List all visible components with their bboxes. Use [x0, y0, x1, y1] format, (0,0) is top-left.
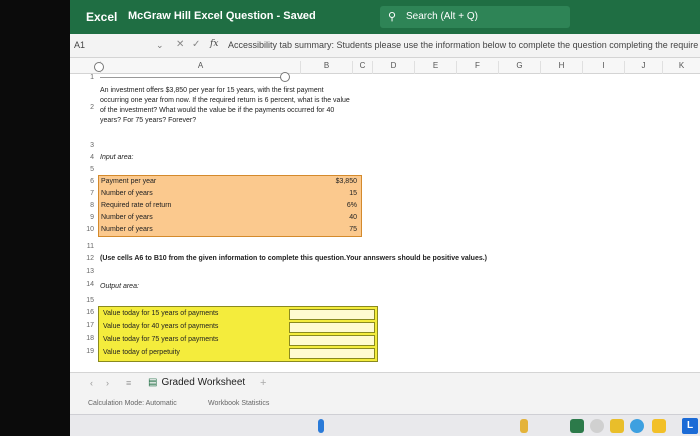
row-header[interactable]: 13 [78, 268, 94, 275]
column-header[interactable]: C [352, 61, 372, 74]
question-text: An investment offers $3,850 per year for… [100, 86, 420, 126]
sheet-list-icon[interactable]: ≡ [126, 378, 131, 388]
taskbar: L [70, 414, 700, 436]
column-header[interactable]: E [414, 61, 456, 74]
input-value[interactable]: $3,850 [336, 178, 357, 185]
input-label[interactable]: Number of years [101, 226, 153, 233]
add-sheet-icon[interactable]: + [260, 377, 266, 389]
row-header[interactable]: 19 [78, 348, 94, 355]
scroll-right-icon[interactable]: › [106, 378, 109, 388]
input-area: Payment per year $3,850 Number of years … [98, 175, 362, 237]
column-header[interactable]: D [372, 61, 414, 74]
output-answer-cell[interactable] [289, 309, 375, 320]
taskbar-app-icon[interactable] [318, 419, 324, 433]
workbook-statistics[interactable]: Workbook Statistics [208, 400, 269, 407]
row-header[interactable]: 16 [78, 309, 94, 316]
row-header[interactable]: 10 [78, 226, 94, 233]
left-bezel [0, 0, 70, 436]
taskbar-app-icon[interactable] [610, 419, 624, 433]
shape-handle[interactable] [94, 62, 104, 72]
output-answer-cell[interactable] [289, 348, 375, 359]
taskbar-app-icon[interactable]: L [682, 418, 698, 434]
input-value[interactable]: 75 [349, 226, 357, 233]
cancel-icon[interactable]: ✕ [176, 39, 184, 50]
row-header[interactable]: 7 [78, 190, 94, 197]
formula-bar: A1 ⌄ ✕ ✓ fx Accessibility tab summary: S… [70, 34, 700, 58]
output-area: Value today for 15 years of payments Val… [98, 306, 378, 362]
taskbar-app-icon[interactable] [652, 419, 666, 433]
input-value[interactable]: 40 [349, 214, 357, 221]
row-header[interactable]: 9 [78, 214, 94, 221]
question-line: years? For 75 years? Forever? [100, 117, 197, 124]
taskbar-app-icon[interactable] [630, 419, 644, 433]
output-label[interactable]: Value today for 75 years of payments [103, 336, 218, 343]
row-header[interactable]: 11 [78, 243, 94, 250]
search-box[interactable]: ⚲ Search (Alt + Q) [380, 6, 570, 28]
sheet-tab-graded-worksheet[interactable]: ▤ Graded Worksheet [148, 377, 245, 388]
input-label[interactable]: Required rate of return [101, 202, 171, 209]
row-header[interactable]: 5 [78, 166, 94, 173]
calculation-mode[interactable]: Calculation Mode: Automatic [88, 400, 177, 407]
output-answer-cell[interactable] [289, 322, 375, 333]
question-line: of the investment? What would the value … [100, 107, 335, 114]
input-area-heading: Input area: [100, 154, 134, 161]
name-box[interactable]: A1 [74, 40, 154, 50]
column-header[interactable]: B [300, 61, 352, 74]
enter-icon[interactable]: ✓ [192, 39, 200, 50]
instruction-text: (Use cells A6 to B10 from the given info… [100, 255, 488, 262]
row-header[interactable]: 4 [78, 154, 94, 161]
status-bar: Calculation Mode: Automatic Workbook Sta… [70, 394, 700, 414]
column-header[interactable]: J [624, 61, 662, 74]
name-box-chevron-icon[interactable]: ⌄ [156, 40, 164, 51]
input-value[interactable]: 15 [349, 190, 357, 197]
input-label[interactable]: Payment per year [101, 178, 156, 185]
column-header[interactable]: F [456, 61, 498, 74]
column-header[interactable]: I [582, 61, 624, 74]
row-header[interactable]: 17 [78, 322, 94, 329]
row-header[interactable]: 3 [78, 142, 94, 149]
sheet-icon: ▤ [148, 377, 158, 388]
taskbar-app-icon[interactable] [590, 419, 604, 433]
output-label[interactable]: Value today for 15 years of payments [103, 310, 218, 317]
taskbar-app-icon[interactable] [520, 419, 528, 433]
sheet-tab-label: Graded Worksheet [161, 377, 246, 388]
question-line: An investment offers $3,850 per year for… [100, 87, 324, 94]
input-label[interactable]: Number of years [101, 214, 153, 221]
column-header[interactable]: G [498, 61, 540, 74]
row-header[interactable]: 15 [78, 297, 94, 304]
title-bar: Excel McGraw Hill Excel Question - Saved… [70, 0, 700, 34]
column-headers: A B C D E F G H I J K [70, 58, 700, 74]
shape-handle[interactable] [280, 72, 290, 82]
app-name: Excel [86, 10, 118, 24]
input-label[interactable]: Number of years [101, 190, 153, 197]
row-header[interactable]: 1 [78, 74, 94, 81]
search-label: Search (Alt + Q) [406, 11, 478, 22]
output-answer-cell[interactable] [289, 335, 375, 346]
column-header[interactable]: H [540, 61, 582, 74]
document-title[interactable]: McGraw Hill Excel Question - Saved [128, 10, 316, 22]
formula-input[interactable]: Accessibility tab summary: Students plea… [228, 40, 700, 50]
row-header[interactable]: 18 [78, 335, 94, 342]
sheet-tab-bar: ‹ › ≡ ▤ Graded Worksheet + [70, 372, 700, 394]
row-header[interactable]: 12 [78, 255, 94, 262]
insert-function-icon[interactable]: fx [210, 39, 218, 49]
taskbar-app-icon[interactable] [570, 419, 584, 433]
row-header[interactable]: 14 [78, 281, 94, 288]
row-header[interactable]: 8 [78, 202, 94, 209]
output-area-heading: Output area: [100, 283, 139, 290]
scroll-left-icon[interactable]: ‹ [90, 378, 93, 388]
search-icon: ⚲ [388, 11, 397, 23]
chevron-down-icon[interactable]: ⌄ [298, 11, 306, 22]
column-header[interactable]: A [100, 61, 300, 74]
output-label[interactable]: Value today for 40 years of payments [103, 323, 218, 330]
row-header[interactable]: 6 [78, 178, 94, 185]
column-header[interactable]: K [662, 61, 700, 74]
row-header[interactable]: 2 [78, 104, 94, 111]
output-label[interactable]: Value today of perpetuity [103, 349, 180, 356]
textbox-top-edge [100, 77, 286, 78]
question-line: occurring one year from now. If the requ… [100, 97, 350, 104]
input-value[interactable]: 6% [347, 202, 357, 209]
